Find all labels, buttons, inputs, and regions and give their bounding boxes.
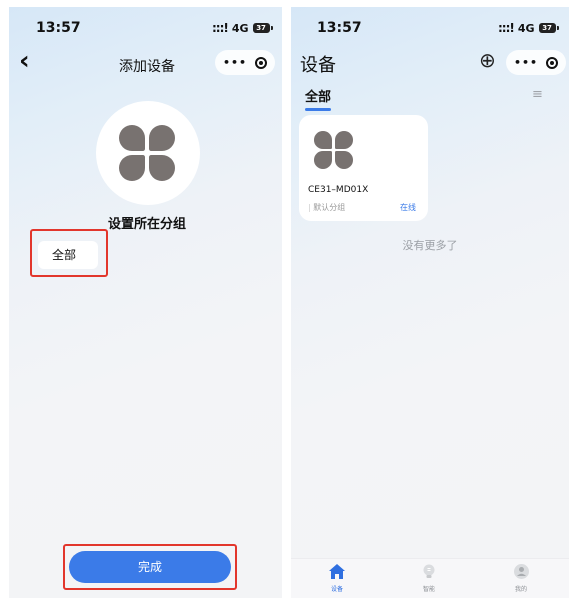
- device-logo-icon: [119, 125, 175, 181]
- page-title: 设备: [300, 55, 336, 76]
- signal-icon: :::!: [212, 21, 229, 35]
- nav-label: 我的: [514, 586, 527, 593]
- menu-icon[interactable]: ≡: [532, 87, 543, 102]
- network-type: 4G: [517, 21, 535, 35]
- device-name: CE31–MD01X: [308, 185, 369, 195]
- tab-underline: [305, 108, 331, 111]
- close-target-icon[interactable]: [255, 56, 268, 69]
- device-image: [96, 101, 200, 205]
- status-bar: 13:57 :::! 4G 37: [9, 7, 282, 39]
- bottom-nav: 设备 智能 我的: [291, 558, 569, 598]
- status-bar: 13:57 :::! 4G 37: [291, 7, 569, 39]
- nav-item-smart[interactable]: 智能: [409, 564, 449, 593]
- network-type: 4G: [231, 21, 249, 35]
- status-signal: :::! 4G 37: [498, 21, 559, 35]
- status-signal: :::! 4G 37: [212, 21, 273, 35]
- add-icon[interactable]: ⊕: [479, 48, 496, 72]
- device-group-label: 默认分组: [313, 203, 346, 212]
- nav-label: 智能: [422, 586, 435, 593]
- more-icon[interactable]: •••: [223, 56, 247, 69]
- close-target-icon[interactable]: [546, 56, 559, 69]
- device-group: | 默认分组: [308, 202, 345, 213]
- tab-all[interactable]: 全部: [305, 86, 331, 111]
- device-logo-icon: [314, 131, 353, 169]
- device-card[interactable]: CE31–MD01X | 默认分组 在线: [299, 115, 428, 221]
- battery-icon: 37: [538, 23, 559, 33]
- miniprogram-capsule: •••: [215, 50, 275, 75]
- more-icon[interactable]: •••: [514, 56, 538, 69]
- status-time: 13:57: [317, 20, 362, 36]
- no-more-text: 没有更多了: [402, 239, 458, 252]
- signal-icon: :::!: [498, 21, 515, 35]
- battery-icon: 37: [252, 23, 273, 33]
- highlight-box: [63, 544, 237, 590]
- bulb-icon: [423, 564, 435, 578]
- user-icon: [513, 564, 529, 579]
- device-list-screen: 13:57 :::! 4G 37 设备 ⊕ ••• 全部 ≡ CE31–MD01…: [291, 7, 569, 598]
- tab-all-label: 全部: [305, 90, 332, 105]
- nav-item-devices[interactable]: 设备: [317, 564, 357, 593]
- status-time: 13:57: [36, 20, 81, 36]
- nav-item-mine[interactable]: 我的: [501, 564, 541, 593]
- miniprogram-capsule: •••: [506, 50, 566, 75]
- device-status: 在线: [400, 203, 416, 212]
- add-device-screen: 13:57 :::! 4G 37 ‹ 添加设备 ••• 设置所在分组 全部 完成: [9, 7, 282, 598]
- highlight-box: [30, 229, 108, 277]
- nav-label: 设备: [330, 586, 343, 593]
- home-icon: [329, 564, 345, 579]
